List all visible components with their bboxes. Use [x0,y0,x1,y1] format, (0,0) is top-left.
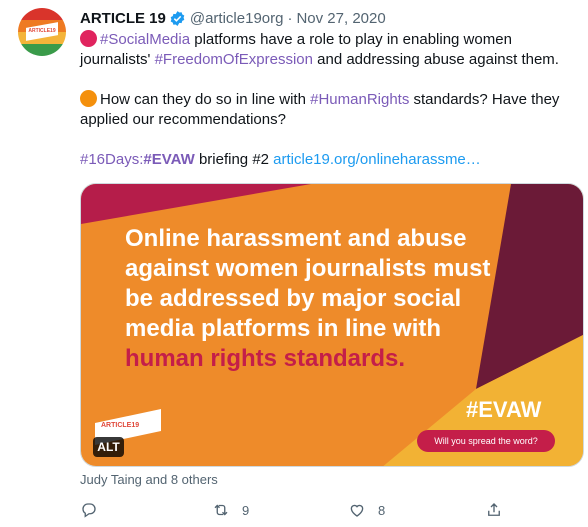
liked-by-text[interactable]: Judy Taing and 8 others [80,472,218,487]
like-count: 8 [378,502,386,518]
verified-badge-icon [170,10,185,26]
share-button[interactable] [485,496,503,524]
retweet-button[interactable]: 9 [212,496,249,524]
hashtag-freedomofexpression[interactable]: #FreedomOfExpression [155,51,313,68]
headline-highlight-text: human rights standards. [125,345,406,372]
spread-the-word-pill: Will you spread the word? [417,430,555,452]
hashtag-evaw[interactable]: #EVAW [143,151,194,168]
tweet-text: #SocialMedia platforms have a role to pl… [80,30,580,170]
retweet-count: 9 [242,502,250,518]
hashtag-16days[interactable]: #16Days [80,151,139,168]
tweet-text-segment: briefing #2 [194,151,274,168]
like-icon [350,504,364,517]
header-separator: · [287,9,293,27]
tweet-text-segment: How can they do so in line with [100,91,311,108]
image-headline: Online harassment and abuse against wome… [125,224,505,374]
tweet-paragraph-2: How can they do so in line with #HumanRi… [80,90,580,130]
reply-button[interactable] [80,496,98,524]
tweet-header: ARTICLE 19 @article19org · Nov 27, 2020 [80,8,386,28]
like-button[interactable]: 8 [348,496,385,524]
tweet-actions: 9 8 [80,496,580,524]
tweet-text-segment: and addressing abuse against them. [312,51,559,68]
retweet-icon [214,504,228,516]
tweet[interactable]: ARTICLE19 ARTICLE 19 @article19org · Nov… [0,0,588,527]
avatar[interactable]: ARTICLE19 [18,8,66,56]
orange-circle-emoji [80,90,97,107]
image-logo: ARTICLE19 [95,408,161,446]
hashtag-humanrights[interactable]: #HumanRights [310,91,409,108]
image-hashtag: #EVAW [466,397,542,422]
author-handle[interactable]: @article19org [190,10,284,27]
alt-badge[interactable]: ALT [93,437,124,457]
headline-white-text: Online harassment and abuse against wome… [125,225,491,342]
share-icon [488,503,500,516]
tweet-image[interactable]: Online harassment and abuse against wome… [80,183,584,467]
article-link[interactable]: article19.org/onlineharassme… [273,151,481,168]
tweet-date[interactable]: Nov 27, 2020 [296,10,385,27]
hashtag-socialmedia[interactable]: #SocialMedia [100,31,190,48]
reply-icon [82,503,96,518]
tweet-paragraph-1: #SocialMedia platforms have a role to pl… [80,30,580,70]
tweet-paragraph-3: #16Days:#EVAW briefing #2 article19.org/… [80,150,580,170]
red-circle-emoji [80,30,97,47]
author-name[interactable]: ARTICLE 19 [80,10,166,27]
